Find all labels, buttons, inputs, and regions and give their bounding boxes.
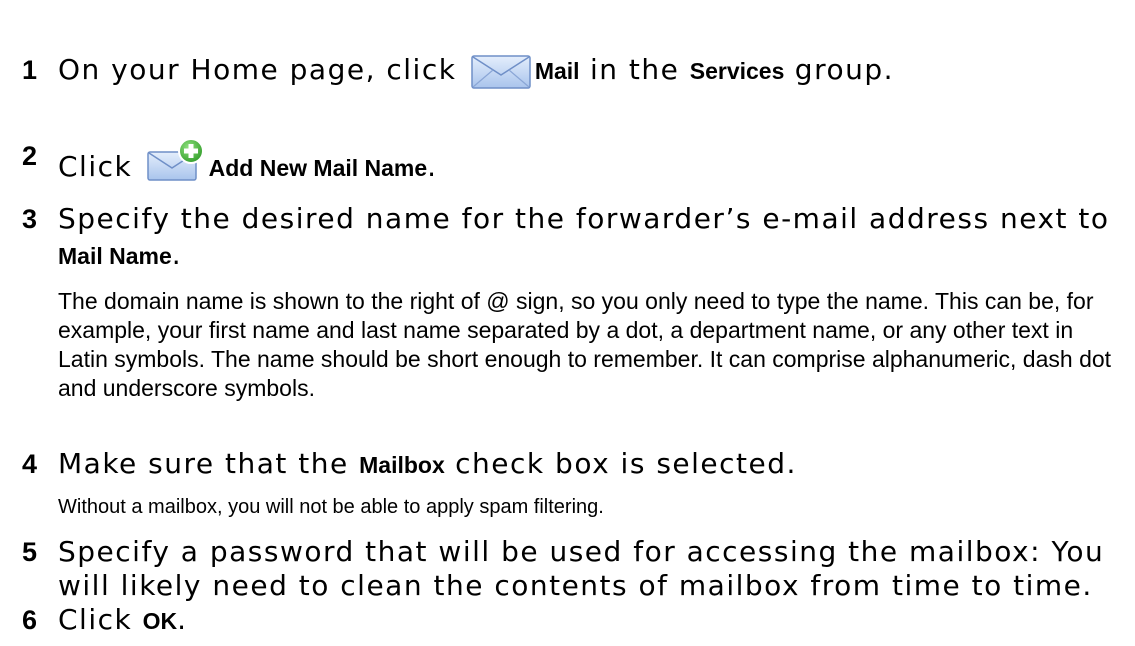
keyword-mail-name: Mail Name: [58, 243, 172, 269]
step-text-after: .: [171, 238, 183, 271]
step-number: 1: [22, 55, 38, 85]
step-text-line-2: will likely need to clean the contents o…: [58, 569, 1093, 602]
step-text-line-2: Mail Name.: [58, 237, 182, 274]
step-text-line-1: Specify the desired name for the forward…: [58, 202, 1110, 235]
step-text-after: .: [427, 150, 438, 183]
add-mail-icon: [146, 138, 205, 191]
step-text: Make sure that the Mailbox check box is …: [58, 446, 1118, 483]
keyword-ok: OK: [142, 608, 178, 634]
step-number: 6: [22, 605, 38, 635]
step-text: On your Home page, click Mail in the Ser…: [58, 52, 1118, 98]
step-text-before: On your Home page, click: [58, 53, 467, 86]
step-text-before: Make sure that the: [58, 447, 360, 480]
step-text: Click OK.: [58, 602, 1118, 639]
step-text-middle: in the: [579, 53, 690, 86]
step-4-note: Without a mailbox, you will not be able …: [58, 496, 604, 518]
step-text: Click Add New Mail Name.: [58, 138, 1118, 191]
step-text-after: .: [177, 603, 188, 636]
step-number: 5: [22, 537, 38, 567]
step-number: 2: [22, 141, 38, 171]
step-number: 4: [22, 449, 38, 479]
keyword-add-new-mail-name: Add New Mail Name: [208, 155, 428, 181]
keyword-services: Services: [689, 58, 785, 84]
mail-icon: [471, 55, 531, 98]
step-text-before: Click: [58, 603, 143, 636]
step-number: 3: [22, 204, 38, 234]
step-text-after: check box is selected.: [444, 447, 797, 480]
step-3-note: The domain name is shown to the right of…: [58, 288, 1112, 401]
keyword-mail: Mail: [534, 58, 580, 84]
step-text-line-1: Specify a password that will be used for…: [58, 535, 1105, 568]
keyword-mailbox: Mailbox: [359, 452, 445, 478]
step-text-before: Click: [58, 150, 143, 183]
step-text-after: group.: [784, 53, 895, 86]
